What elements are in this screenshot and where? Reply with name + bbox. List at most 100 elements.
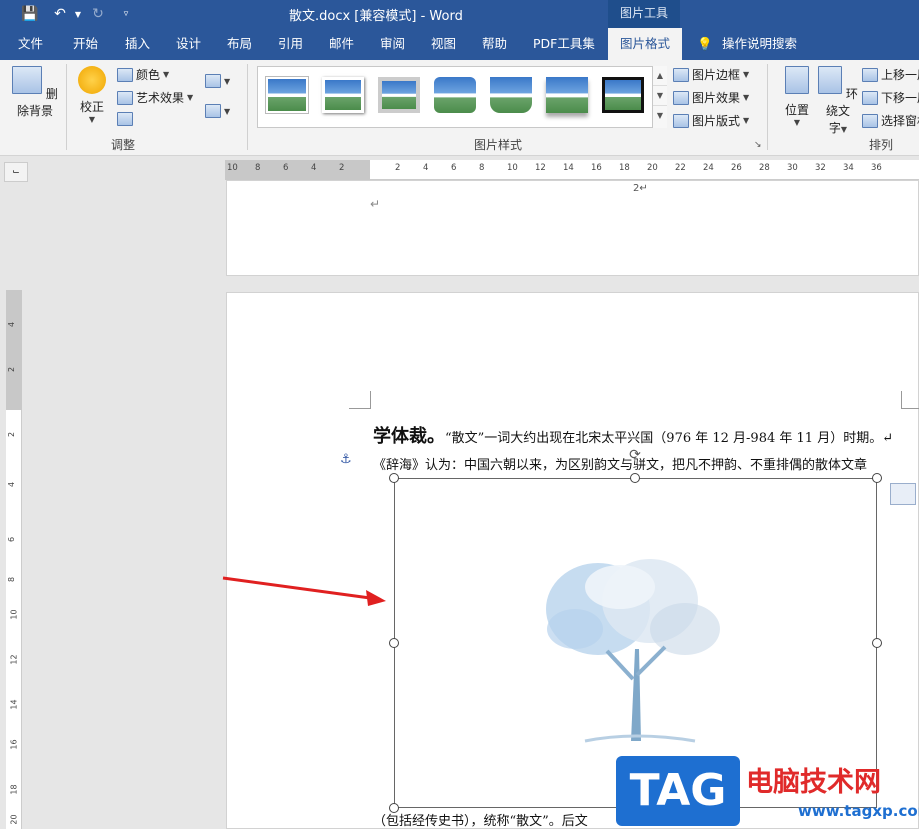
adjust-group-label: 调整 [111,138,136,152]
undo-icon[interactable]: ↶ [50,4,70,24]
redo-icon[interactable]: ↻ [88,4,108,24]
ruler-tick-label: 2 [395,163,401,173]
chevron-down-icon: ▼ [88,115,96,124]
picture-style-thumbnail[interactable] [266,77,308,113]
ruler-margin-area [225,160,370,180]
position-button[interactable]: 位置 ▼ [780,66,814,127]
picture-style-thumbnail[interactable] [602,77,644,113]
picture-border-button[interactable]: 图片边框 ▼ [673,66,749,83]
tab-mailings[interactable]: 邮件 [329,28,354,60]
ruler-tick-label: 12 [535,163,546,173]
selection-pane-label: 选择窗格 [881,114,919,128]
ruler-margin-area [6,290,22,410]
watermark-title: 电脑技术网 [746,767,881,798]
selection-pane-icon [862,113,878,128]
wrap-text-button[interactable]: 环绕文 字▼ [818,66,858,136]
ruler-tick-label: 4 [7,481,17,488]
picture-layout-button[interactable]: 图片版式 ▼ [673,112,749,129]
tab-review[interactable]: 审阅 [380,28,405,60]
layout-options-icon[interactable] [890,483,916,505]
color-label: 颜色 [136,68,161,82]
transparency-button[interactable] [117,112,133,126]
ruler-tick-label: 10 [507,163,518,173]
title-bar: 💾 ↶ ▼ ↻ ▿ 散文.docx [兼容模式] - Word 图片工具 [0,0,919,28]
transparency-icon [117,112,133,126]
resize-handle[interactable] [389,638,399,648]
anchor-icon[interactable]: ⚓ [340,452,352,467]
ruler-tick-label: 4 [7,321,17,328]
gallery-up-icon[interactable]: ▲ [653,66,667,86]
ribbon-separator [66,64,67,150]
chevron-down-icon: ▼ [163,70,170,79]
gallery-more-icon[interactable]: ▼ [653,106,667,126]
tell-me-search[interactable]: 操作说明搜索 [722,28,797,60]
tab-view[interactable]: 视图 [431,28,456,60]
save-icon[interactable]: 💾 [20,4,40,24]
tab-references[interactable]: 引用 [278,28,303,60]
artistic-effects-button[interactable]: 艺术效果 ▼ [117,89,193,106]
ruler-tick-label: 24 [703,163,714,173]
picture-border-icon [673,67,689,82]
compress-icon [205,74,221,88]
chevron-down-icon: ▼ [743,70,750,79]
dialog-launcher-icon[interactable]: ↘ [754,140,762,150]
remove-background-button[interactable]: 删除背景 [8,66,62,119]
selection-pane-button[interactable]: 选择窗格 [862,112,919,129]
tab-help[interactable]: 帮助 [482,28,507,60]
chevron-down-icon: ▼ [793,118,801,127]
position-icon [785,66,809,94]
vertical-ruler[interactable]: 4 2 2 4 6 8 10 12 14 16 18 20 [6,290,22,829]
ruler-tick-label: 10 [9,609,19,620]
undo-dropdown-icon[interactable]: ▼ [68,4,88,24]
corrections-button[interactable]: 校正 ▼ [72,66,112,124]
picture-style-thumbnail[interactable] [490,77,532,113]
tab-layout[interactable]: 布局 [227,28,252,60]
picture-effects-icon [673,90,689,105]
tab-selector[interactable]: ⌙ [4,162,28,182]
rotate-handle-icon[interactable]: ⟳ [627,447,643,463]
bring-forward-label: 上移一层 [881,68,919,82]
tab-home[interactable]: 开始 [73,28,98,60]
document-line-1[interactable]: 学体裁。“散文”一词大约出现在北宋太平兴国（976 年 12 月-984 年 1… [373,422,893,448]
gallery-down-icon[interactable]: ▼ [653,86,667,106]
picture-style-thumbnail[interactable] [434,77,476,113]
chevron-down-icon: ▼ [224,76,231,86]
ruler-tick-label: 16 [591,163,602,173]
tab-insert[interactable]: 插入 [125,28,150,60]
picture-style-thumbnail[interactable] [378,77,420,113]
tab-picture-format[interactable]: 图片格式 [608,28,683,60]
ruler-tick-label: 4 [311,163,317,173]
compress-pictures-button[interactable]: ▼ [205,74,230,88]
tab-file[interactable]: 文件 [18,28,43,60]
chevron-down-icon: ▼ [743,93,750,102]
position-label: 位置 [784,103,809,117]
tab-pdf-tools[interactable]: PDF工具集 [533,28,595,60]
resize-handle[interactable] [872,638,882,648]
bring-forward-button[interactable]: 上移一层 [862,66,919,83]
line-1-text: “散文”一词大约出现在北宋太平兴国（976 年 12 月-984 年 11 月）… [445,431,894,446]
artistic-effects-label: 艺术效果 [136,91,185,105]
change-picture-button[interactable]: ▼ [205,104,230,118]
resize-handle[interactable] [389,473,399,483]
paragraph-mark: ↵ [370,197,381,211]
color-icon [117,67,133,82]
color-button[interactable]: 颜色 ▼ [117,66,169,83]
resize-handle[interactable] [872,473,882,483]
send-backward-icon [862,90,878,105]
chevron-down-icon: ▼ [187,93,194,102]
watermark-url: www.tagxp.com [798,802,919,820]
ruler-tick-label: 18 [9,784,19,795]
send-backward-button[interactable]: 下移一层 [862,89,919,106]
document-line-3[interactable]: （包括经传史书），统称“散文”。后文 [373,810,588,829]
gallery-scrollbar[interactable]: ▲ ▼ ▼ [652,66,667,128]
document-line-2[interactable]: 《辞海》认为：中国六朝以来，为区别韵文与骈文，把凡不押韵、不重排偶的散体文章 [373,454,867,473]
horizontal-ruler[interactable]: 10 8 6 4 2 2 4 6 8 10 12 14 16 18 20 22 24 26 28 30 32 34 36 [225,160,919,180]
picture-effects-button[interactable]: 图片效果 ▼ [673,89,749,106]
lightbulb-icon: 💡 [697,36,713,51]
picture-style-thumbnail[interactable] [546,77,588,113]
picture-style-thumbnail[interactable] [322,77,364,113]
tab-design[interactable]: 设计 [176,28,201,60]
ruler-tick-label: 32 [815,163,826,173]
resize-handle[interactable] [630,473,640,483]
customize-quick-access-icon[interactable]: ▿ [116,4,136,24]
